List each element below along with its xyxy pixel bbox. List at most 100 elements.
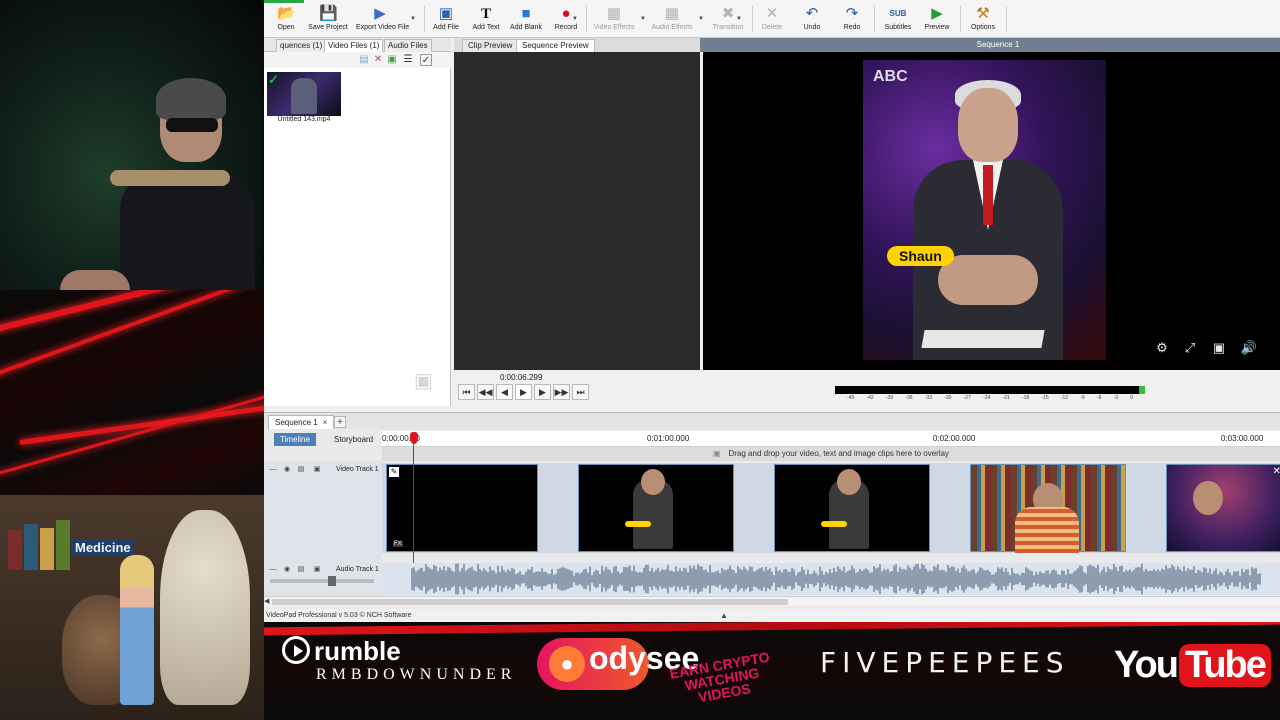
preview-button[interactable]: ▶ Preview [915, 6, 959, 36]
video-clip[interactable]: ✎ FX [386, 464, 538, 552]
tab-sequence-1[interactable]: Sequence 1 × [268, 415, 335, 429]
waveform-path [411, 563, 1261, 595]
save-project-button[interactable]: 💾 Save Project [306, 6, 350, 36]
transition-button[interactable]: ✖ Transition [706, 6, 750, 36]
audio-effects-dropdown-caret[interactable]: ▼ [698, 16, 704, 22]
streamer-hand [60, 270, 130, 290]
add-blank-button[interactable]: ■ Add Blank [504, 6, 548, 36]
toolbar-accent [264, 0, 304, 3]
tab-storyboard[interactable]: Storyboard [328, 433, 379, 446]
book [24, 524, 38, 570]
screen: Medicine 📂 Open 💾 Save Project ▶ Export … [0, 0, 1280, 720]
redo-button[interactable]: ↷ Redo [830, 6, 874, 36]
list-view-icon[interactable]: ☰ [402, 54, 414, 66]
undock-icon[interactable]: ▣ [1210, 340, 1228, 356]
clip-close-icon[interactable]: ✕ [1273, 466, 1280, 477]
video-clip[interactable]: ✕ [1166, 464, 1280, 552]
clip-preview-pane [454, 52, 700, 370]
overlay-track-hint[interactable]: ▣ Drag and drop your video, text and imag… [382, 447, 1280, 461]
add-sequence-button[interactable]: + [334, 416, 346, 428]
step-back-button[interactable]: ◀ [496, 384, 513, 400]
close-sequence-icon[interactable]: × [323, 418, 328, 427]
thumbnail-view-icon[interactable]: ✓ [420, 54, 432, 66]
bin-add-icon[interactable]: ▣ [386, 54, 398, 66]
timeline-horizontal-scrollbar[interactable]: ◀ [264, 596, 1280, 606]
meter-scale-label: -6 [1096, 395, 1102, 401]
speaker-icon[interactable]: ◉ [282, 565, 292, 575]
step-forward-button[interactable]: ▶ [534, 384, 551, 400]
sequence-tab-label: Sequence 1 [275, 418, 318, 427]
volume-icon[interactable]: 🔊 [1240, 340, 1258, 356]
tab-video-files[interactable]: Video Files (1) [324, 39, 384, 52]
open-button[interactable]: 📂 Open [264, 6, 308, 36]
folder-open-icon: 📂 [277, 5, 296, 22]
collapse-icon[interactable]: — [268, 465, 278, 475]
status-expand-icon[interactable]: ▲ [720, 609, 728, 623]
play-button[interactable]: ▶ [515, 384, 532, 400]
options-button[interactable]: ⚒ Options [961, 6, 1005, 36]
lock-icon[interactable]: ▣ [312, 565, 322, 575]
video-track[interactable]: ✎ FX ✕ [382, 463, 1280, 553]
scroll-left-icon[interactable]: ◀ [264, 597, 269, 605]
lock-icon[interactable]: ▣ [312, 465, 322, 475]
delete-button[interactable]: ✕ Delete [750, 6, 794, 36]
doll-figurine [120, 555, 154, 705]
record-button[interactable]: ● Record [544, 6, 588, 36]
presenter-tie [983, 165, 993, 225]
webcam-feed [0, 0, 262, 290]
next-clip-button[interactable]: ▶▶ [553, 384, 570, 400]
eye-icon[interactable]: ◉ [282, 465, 292, 475]
ruler-tick: 0:01:00.000 [647, 434, 690, 443]
audio-volume-knob[interactable] [328, 576, 336, 586]
bin-remove-icon[interactable]: ✕ [372, 54, 384, 66]
playhead-handle[interactable] [410, 432, 418, 444]
settings-gear-icon[interactable]: ⚙ [1153, 340, 1171, 356]
tab-sequences[interactable]: quences (1) [276, 39, 327, 52]
go-to-end-button[interactable]: ⏭ [572, 384, 589, 400]
video-clip[interactable] [774, 464, 930, 552]
add-blank-icon: ■ [521, 5, 531, 22]
previous-clip-button[interactable]: ◀◀ [477, 384, 494, 400]
video-effects-dropdown-caret[interactable]: ▼ [640, 16, 646, 22]
meter-scale-label: -33 [924, 395, 932, 401]
video-clip[interactable] [970, 464, 1126, 553]
time-ruler[interactable]: 0:00:00.00 0:01:00.000 0:02:00.000 0:03:… [382, 431, 1280, 447]
sequence-preview-pane[interactable]: ABC Shaun ⚙ ⤢ ▣ 🔊 [703, 52, 1280, 370]
record-dropdown-caret[interactable]: ▼ [572, 16, 578, 22]
redo-icon: ↷ [845, 5, 859, 22]
meter-scale-label: -18 [1021, 395, 1030, 401]
transition-dropdown-caret[interactable]: ▼ [736, 16, 742, 22]
media-thumbnail[interactable]: ✓ [267, 72, 341, 116]
fullscreen-icon[interactable]: ⤢ [1181, 340, 1199, 356]
add-text-button[interactable]: T Add Text [464, 6, 508, 36]
blend-icon[interactable]: ▤ [296, 465, 306, 475]
export-dropdown-caret[interactable]: ▼ [410, 16, 416, 22]
go-to-start-button[interactable]: ⏮ [458, 384, 475, 400]
add-file-button[interactable]: ▣ Add File [424, 6, 468, 36]
options-icon: ⚒ [976, 5, 990, 22]
subtitles-button[interactable]: SUB Subtitles [876, 6, 920, 36]
video-effects-button[interactable]: ▦ Video Effects [590, 6, 638, 36]
bin-up-icon[interactable]: ▤ [358, 54, 370, 66]
track-headers: — ◉ ▤ ▣ Video Track 1 — ◉ ▤ ▣ Audio Trac… [264, 461, 382, 601]
tab-audio-files[interactable]: Audio Files [384, 39, 432, 52]
undo-button[interactable]: ↶ Undo [790, 6, 834, 36]
tab-timeline[interactable]: Timeline [274, 433, 316, 446]
audio-track[interactable] [382, 563, 1280, 595]
clip-fx-badge[interactable]: FX [393, 541, 403, 547]
audio-effects-button[interactable]: ▦ Audio Effects [648, 6, 696, 36]
status-bar: VideoPad Professional v 5.03 © NCH Softw… [264, 609, 1280, 623]
youtube-you: You [1114, 644, 1179, 686]
clip-edit-icon[interactable]: ✎ [389, 467, 399, 477]
audio-volume-slider[interactable] [270, 576, 374, 586]
video-clip[interactable] [578, 464, 734, 552]
audio-effects-icon[interactable]: ▤ [296, 565, 306, 575]
collapse-icon[interactable]: — [268, 565, 278, 575]
options-label: Options [970, 24, 996, 31]
thumbnail-figure [291, 78, 317, 114]
tab-sequence-preview[interactable]: Sequence Preview [516, 39, 595, 52]
export-video-button[interactable]: ▶ Export Video File [356, 6, 409, 36]
tab-clip-preview[interactable]: Clip Preview [462, 39, 519, 52]
social-banner: rumble RMBDOWNUNDER ● odysee EARN CRYPTO… [264, 622, 1280, 720]
scrollbar-thumb[interactable] [272, 599, 788, 605]
